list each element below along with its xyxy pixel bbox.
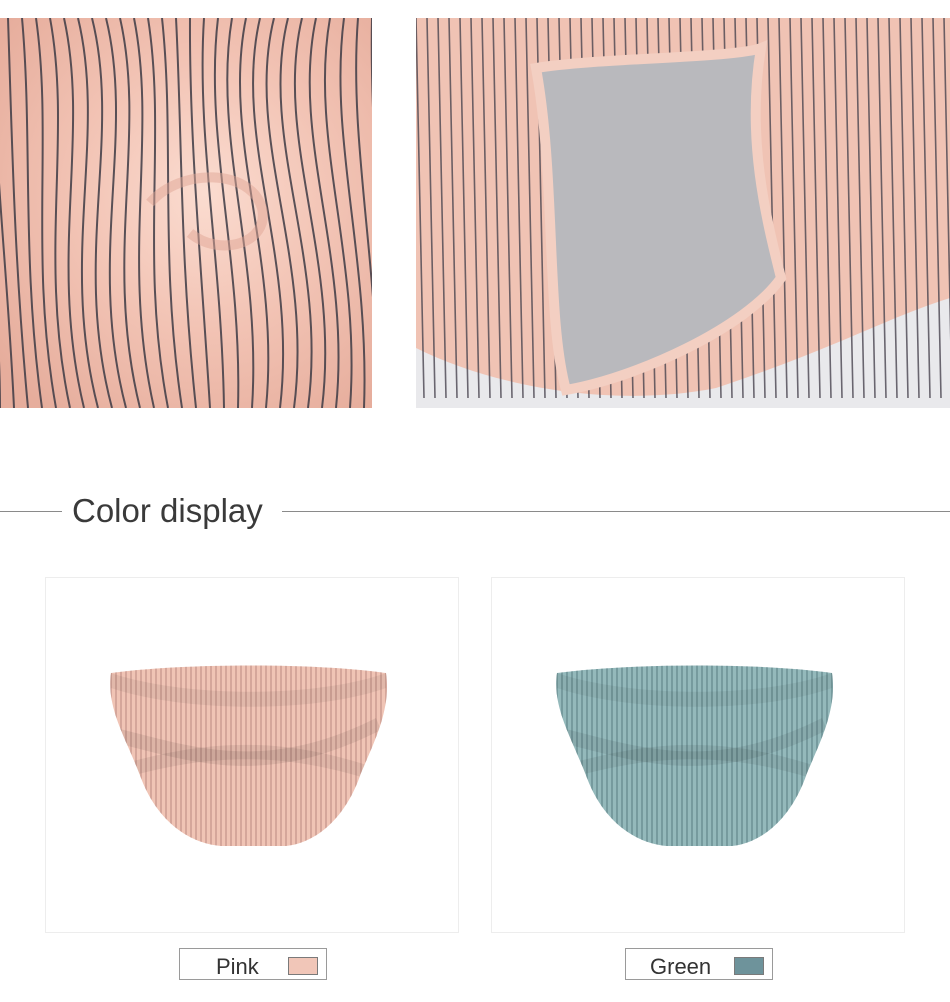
green-product-image[interactable] — [491, 577, 905, 933]
green-briefs-illustration — [556, 665, 833, 846]
color-name-green: Green — [650, 954, 712, 979]
pink-product-image[interactable] — [45, 577, 459, 933]
divider-left — [0, 511, 62, 512]
pink-color-option[interactable]: Pink — [179, 948, 327, 980]
section-title: Color display — [72, 492, 263, 529]
pink-color-chip — [288, 957, 318, 975]
fabric-closeup-image — [0, 18, 372, 408]
green-color-option[interactable]: Green — [625, 948, 773, 980]
green-color-chip — [734, 957, 764, 975]
divider-right — [282, 511, 950, 512]
gusset-closeup-image — [416, 18, 950, 408]
color-name-pink: Pink — [216, 954, 259, 979]
pink-briefs-illustration — [110, 665, 387, 846]
color-display-header: Color display — [0, 490, 950, 534]
